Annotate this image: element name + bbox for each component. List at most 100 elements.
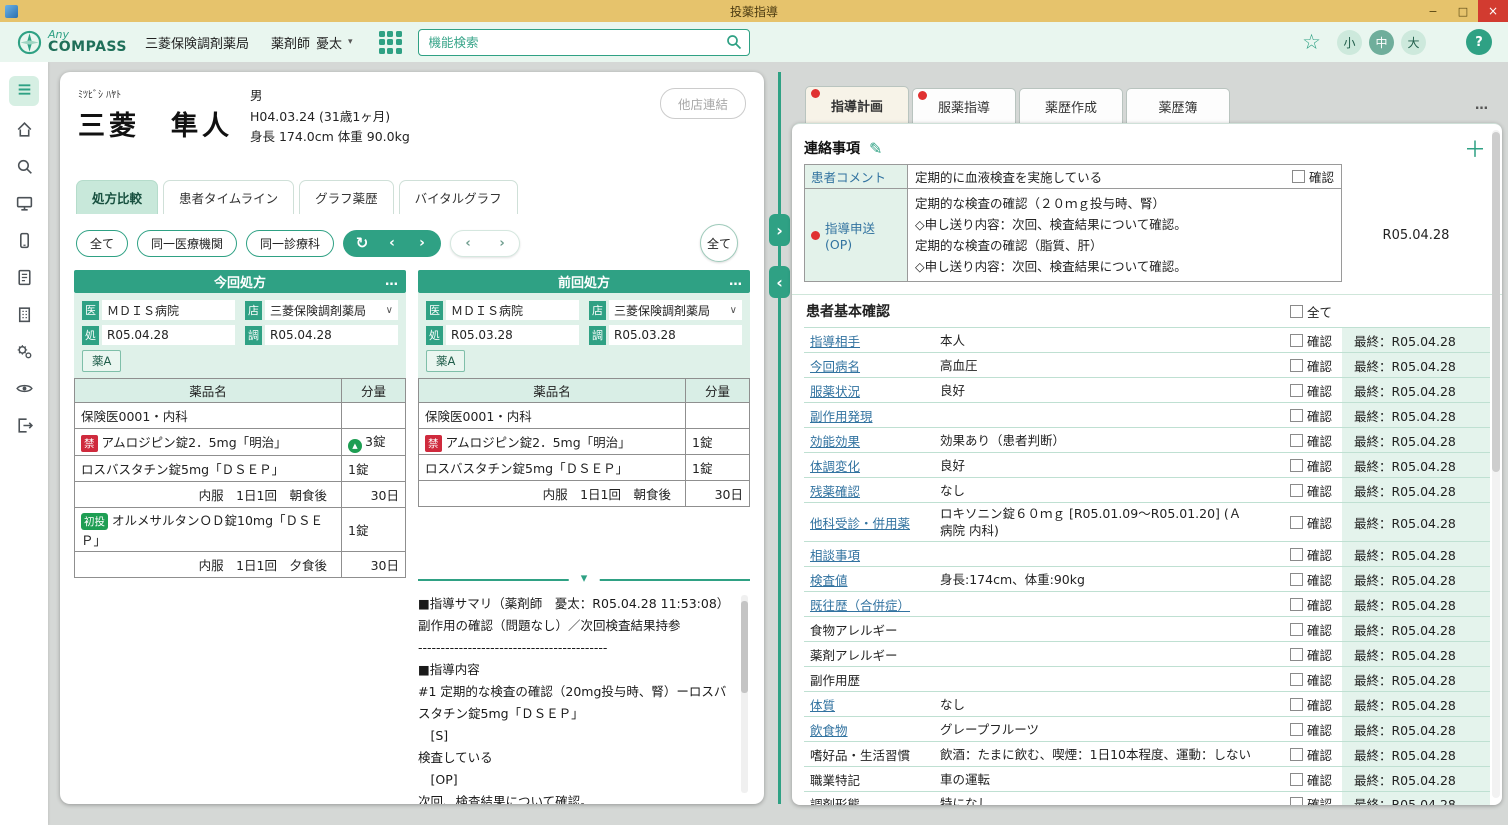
basic-row-label[interactable]: 今回病名	[804, 356, 936, 375]
edit-pencil-icon[interactable]: ✎	[869, 139, 882, 158]
sidebar-journal-button[interactable]	[12, 267, 36, 291]
sidebar-home-button[interactable]	[12, 119, 36, 143]
filter-all-button[interactable]: 全て	[76, 230, 128, 257]
sidebar-monitor-button[interactable]	[12, 193, 36, 217]
sidebar-search-button[interactable]	[12, 156, 36, 180]
tab-history-book[interactable]: 薬歴簿	[1126, 88, 1230, 123]
other-store-link-button[interactable]: 他店連結	[660, 88, 746, 119]
collapse-chevron-icon[interactable]: ▾	[569, 572, 600, 585]
sidebar-building-button[interactable]	[12, 304, 36, 328]
checkbox[interactable]	[1290, 797, 1303, 805]
basic-row-confirm: 確認	[1256, 620, 1342, 639]
drug-row[interactable]: ロスバスタチン錠5mg「ＤＳＥＰ」1錠	[419, 455, 750, 481]
drug-row[interactable]: 禁アムロジピン錠2．5mg「明治」▲3錠	[75, 429, 406, 456]
next-rx-button[interactable]: ›	[407, 235, 437, 251]
tab-graph-history[interactable]: グラフ薬歴	[299, 180, 394, 214]
drug-row[interactable]: 内服 1日1回 朝食後30日	[75, 482, 406, 508]
tab-rx-compare[interactable]: 処方比較	[76, 180, 158, 214]
checkbox[interactable]	[1290, 359, 1303, 372]
checkbox[interactable]	[1290, 598, 1303, 611]
close-button[interactable]: ×	[1478, 0, 1508, 22]
checkbox[interactable]	[1290, 305, 1303, 318]
basic-row-label[interactable]: 既往歴（合併症）	[804, 595, 936, 614]
checkbox[interactable]	[1290, 384, 1303, 397]
checkbox[interactable]	[1290, 516, 1303, 529]
tab-patient-timeline[interactable]: 患者タイムライン	[163, 180, 294, 214]
basic-row-label[interactable]: 副作用発現	[804, 406, 936, 425]
checkbox[interactable]	[1290, 698, 1303, 711]
confirm-checkbox-group: 確認	[1290, 406, 1332, 425]
checkbox[interactable]	[1290, 573, 1303, 586]
tab-guidance-plan[interactable]: 指導計画	[805, 86, 909, 123]
basic-row-label[interactable]: 体調変化	[804, 456, 936, 475]
drug-row[interactable]: 内服 1日1回 朝食後30日	[419, 481, 750, 507]
more-menu-button[interactable]: …	[729, 274, 742, 289]
sidebar-logout-button[interactable]	[12, 415, 36, 439]
pharmacist-menu[interactable]: 薬剤師 憂太 ▾	[271, 33, 353, 52]
filter-same-hospital-button[interactable]: 同一医療機関	[137, 230, 237, 257]
font-size-button[interactable]: 中	[1369, 30, 1394, 55]
help-button[interactable]: ?	[1466, 29, 1492, 55]
summary-scrollbar[interactable]	[741, 595, 748, 793]
tab-vital-graph[interactable]: バイタルグラフ	[399, 180, 518, 214]
basic-row-label[interactable]: 残薬確認	[804, 481, 936, 500]
right-tabs: 指導計画服薬指導薬歴作成薬歴簿 …	[792, 86, 1502, 123]
filter-same-department-button[interactable]: 同一診療科	[246, 230, 334, 257]
search-input[interactable]	[418, 29, 750, 56]
sidebar-phone-button[interactable]	[12, 230, 36, 254]
add-button[interactable]: ＋	[1464, 132, 1486, 164]
current-rx-store-value[interactable]: 三菱保険調剤薬局∨	[265, 300, 398, 320]
favorite-star-icon[interactable]: ☆	[1302, 30, 1321, 54]
checkbox[interactable]	[1290, 484, 1303, 497]
collapse-left-button[interactable]: ‹	[769, 266, 790, 298]
previous-rx-store-value[interactable]: 三菱保険調剤薬局∨	[609, 300, 742, 320]
checkbox[interactable]	[1290, 773, 1303, 786]
basic-row-last-date: 最終：R05.04.28	[1342, 667, 1490, 691]
minimize-button[interactable]: −	[1418, 0, 1448, 22]
apps-grid-button[interactable]	[379, 31, 402, 54]
basic-row-label[interactable]: 飲食物	[804, 720, 936, 739]
sidebar-eye-button[interactable]	[12, 378, 36, 402]
search-icon[interactable]	[726, 34, 742, 50]
refresh-icon[interactable]: ↻	[347, 234, 377, 252]
tabs-more-button[interactable]: …	[1475, 98, 1488, 123]
show-all-button[interactable]: 全て	[700, 224, 738, 262]
basic-row-label[interactable]: 指導相手	[804, 331, 936, 350]
font-size-button[interactable]: 大	[1401, 30, 1426, 55]
basic-row-label[interactable]: 他科受診・併用薬	[804, 513, 936, 532]
basic-row-label[interactable]: 相談事項	[804, 545, 936, 564]
checkbox[interactable]	[1290, 673, 1303, 686]
more-menu-button[interactable]: …	[385, 274, 398, 289]
sidebar-menu-button[interactable]	[9, 76, 39, 106]
right-panel-scrollbar[interactable]	[1492, 130, 1500, 798]
checkbox[interactable]	[1292, 170, 1305, 183]
checkbox[interactable]	[1290, 748, 1303, 761]
basic-row-label[interactable]: 体質	[804, 695, 936, 714]
checkbox[interactable]	[1290, 409, 1303, 422]
maximize-button[interactable]: □	[1448, 0, 1478, 22]
prev-rx-button[interactable]: ‹	[377, 235, 407, 251]
drug-row[interactable]: 保険医0001・内科	[419, 403, 750, 429]
tab-history-create[interactable]: 薬歴作成	[1019, 88, 1123, 123]
checkbox[interactable]	[1290, 548, 1303, 561]
drug-row[interactable]: 初投オルメサルタンＯＤ錠10mg「ＤＳＥＰ」1錠	[75, 508, 406, 552]
basic-row-label[interactable]: 検査値	[804, 570, 936, 589]
tab-medication-guidance[interactable]: 服薬指導	[912, 88, 1016, 123]
checkbox[interactable]	[1290, 648, 1303, 661]
drug-row[interactable]: 内服 1日1回 夕食後30日	[75, 552, 406, 578]
checkbox[interactable]	[1290, 434, 1303, 447]
font-size-button[interactable]: 小	[1337, 30, 1362, 55]
checkbox[interactable]	[1290, 334, 1303, 347]
basic-row-label[interactable]: 服薬状況	[804, 381, 936, 400]
checkbox[interactable]	[1290, 623, 1303, 636]
checkbox[interactable]	[1290, 723, 1303, 736]
drug-row[interactable]: 保険医0001・内科	[75, 403, 406, 429]
expand-right-button[interactable]: ›	[769, 214, 790, 246]
drug-row[interactable]: 禁アムロジピン錠2．5mg「明治」1錠	[419, 429, 750, 455]
next-page-button[interactable]: ›	[485, 236, 519, 251]
sidebar-gears-button[interactable]	[12, 341, 36, 365]
drug-row[interactable]: ロスバスタチン錠5mg「ＤＳＥＰ」1錠	[75, 456, 406, 482]
checkbox[interactable]	[1290, 459, 1303, 472]
prev-page-button[interactable]: ‹	[451, 236, 485, 251]
basic-row-label[interactable]: 効能効果	[804, 431, 936, 450]
